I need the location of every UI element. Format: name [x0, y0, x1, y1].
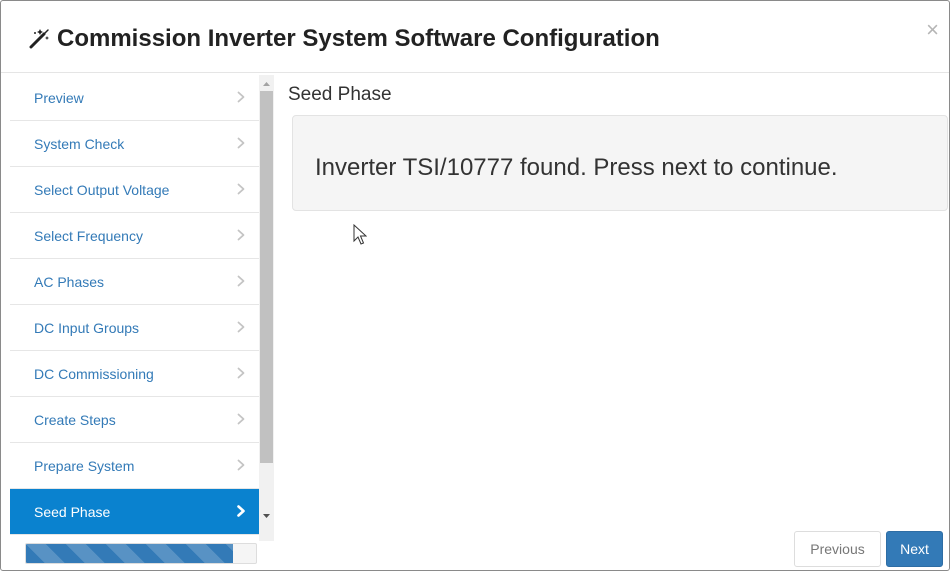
sidebar-item-preview[interactable]: Preview — [10, 75, 259, 121]
sidebar-scrollbar-thumb[interactable] — [260, 91, 273, 463]
dialog-title: Commission Inverter System Software Conf… — [57, 25, 660, 52]
sidebar-item-label: DC Input Groups — [34, 320, 140, 336]
sidebar-item-create-steps[interactable]: Create Steps — [10, 397, 259, 443]
chevron-right-icon — [237, 459, 245, 471]
sidebar-item-dc-input-groups[interactable]: DC Input Groups — [10, 305, 259, 351]
wizard-step-list: Preview System Check Select Output Voltage… — [10, 75, 259, 541]
mouse-pointer-icon — [353, 224, 367, 245]
chevron-right-icon — [237, 229, 245, 241]
scroll-up-arrow-icon[interactable] — [259, 77, 274, 91]
sidebar-item-seed-phase[interactable]: Seed Phase — [10, 489, 259, 535]
chevron-right-icon — [237, 505, 245, 517]
sidebar-item-label: AC Phases — [34, 274, 105, 290]
status-message: Inverter TSI/10777 found. Press next to … — [315, 154, 838, 181]
progress-bar — [25, 543, 257, 564]
sidebar-item-label: Seed Phase — [34, 504, 111, 520]
dialog-header: Commission Inverter System Software Conf… — [1, 1, 949, 73]
chevron-right-icon — [237, 275, 245, 287]
sidebar-item-select-output-voltage[interactable]: Select Output Voltage — [10, 167, 259, 213]
magic-wand-icon — [29, 29, 49, 49]
chevron-right-icon — [237, 137, 245, 149]
sidebar-item-label: DC Commissioning — [34, 366, 154, 382]
sidebar-item-label: Create Steps — [34, 412, 116, 428]
next-button[interactable]: Next — [886, 531, 943, 567]
chevron-right-icon — [237, 183, 245, 195]
previous-button[interactable]: Previous — [794, 531, 881, 567]
sidebar-item-select-frequency[interactable]: Select Frequency — [10, 213, 259, 259]
scroll-down-arrow-icon[interactable] — [259, 509, 274, 523]
sidebar-item-prepare-system[interactable]: Prepare System — [10, 443, 259, 489]
sidebar-item-system-check[interactable]: System Check — [10, 121, 259, 167]
close-icon[interactable]: × — [926, 19, 939, 41]
chevron-right-icon — [237, 413, 245, 425]
sidebar-item-label: Select Frequency — [34, 228, 143, 244]
chevron-right-icon — [237, 367, 245, 379]
sidebar-item-label: System Check — [34, 136, 125, 152]
progress-bar-fill — [26, 544, 233, 563]
sidebar-item-label: Select Output Voltage — [34, 182, 170, 198]
message-well: Inverter TSI/10777 found. Press next to … — [292, 115, 948, 211]
panel-title: Seed Phase — [288, 84, 392, 105]
sidebar-item-label: Preview — [34, 90, 84, 106]
sidebar-item-label: Prepare System — [34, 458, 135, 474]
sidebar-item-dc-commissioning[interactable]: DC Commissioning — [10, 351, 259, 397]
chevron-right-icon — [237, 91, 245, 103]
commission-dialog: Commission Inverter System Software Conf… — [0, 0, 950, 571]
chevron-right-icon — [237, 321, 245, 333]
sidebar-item-ac-phases[interactable]: AC Phases — [10, 259, 259, 305]
